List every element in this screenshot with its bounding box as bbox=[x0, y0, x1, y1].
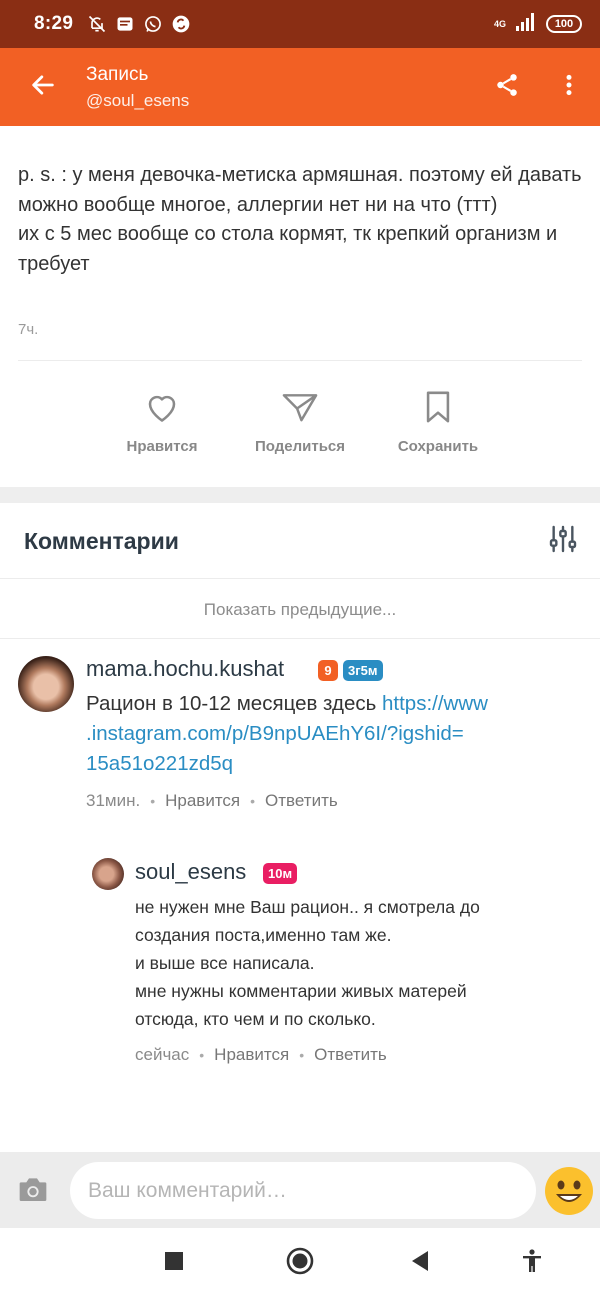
comment-input-bar bbox=[0, 1152, 600, 1228]
section-separator bbox=[0, 487, 600, 503]
sync-icon bbox=[171, 14, 191, 34]
save-button[interactable]: Сохранить bbox=[378, 390, 498, 455]
sliders-icon bbox=[547, 523, 579, 560]
comment-username[interactable]: soul_esens bbox=[135, 859, 246, 885]
system-nav-bar bbox=[0, 1228, 600, 1299]
post-paragraph: p. s. : у меня девочка-метиска армяшная.… bbox=[18, 164, 582, 216]
like-label: Нравится bbox=[126, 438, 198, 455]
accessibility-button[interactable] bbox=[502, 1228, 562, 1299]
time-badge: 10м bbox=[263, 863, 298, 884]
like-button[interactable]: Нравится bbox=[102, 390, 222, 455]
comment-like-button[interactable]: Нравится bbox=[165, 791, 240, 811]
avatar[interactable] bbox=[18, 656, 74, 712]
comment-meta: 31мин. • Нравится • Ответить bbox=[86, 791, 338, 811]
save-label: Сохранить bbox=[397, 438, 479, 455]
comment-input[interactable] bbox=[70, 1162, 536, 1219]
comment-meta: сейчас • Нравится • Ответить bbox=[135, 1045, 387, 1065]
mute-notifications-icon bbox=[87, 14, 107, 34]
square-icon bbox=[164, 1251, 184, 1276]
comment-text: не нужен мне Ваш рацион.. я смотрела до … bbox=[135, 897, 480, 1029]
status-time: 8:29 bbox=[34, 13, 74, 34]
heart-outline-icon bbox=[144, 390, 180, 424]
avatar[interactable] bbox=[92, 858, 124, 890]
page-title: Запись bbox=[86, 63, 149, 85]
status-bar: 8:29 4G 100 bbox=[0, 0, 600, 48]
comment-link[interactable]: https://www bbox=[382, 692, 488, 715]
share-button[interactable] bbox=[476, 48, 538, 126]
comment-reply-button[interactable]: Ответить bbox=[265, 791, 338, 811]
post-time: 7ч. bbox=[18, 321, 39, 338]
camera-icon bbox=[17, 1174, 49, 1209]
app-bar: Запись @soul_esens bbox=[0, 48, 600, 126]
divider bbox=[0, 638, 600, 639]
recents-button[interactable] bbox=[144, 1228, 204, 1299]
comment-link[interactable]: 15a51o221zd5q bbox=[86, 749, 586, 779]
more-vert-icon bbox=[556, 72, 582, 103]
divider bbox=[0, 578, 600, 579]
comment-username[interactable]: mama.hochu.kushat bbox=[86, 656, 284, 682]
comment-text: Рацион в 10-12 месяцев здесь https://www… bbox=[86, 689, 586, 779]
network-type: 4G bbox=[493, 18, 506, 29]
post-text: p. s. : у меня девочка-метиска армяшная.… bbox=[18, 161, 584, 279]
share-label: Поделиться bbox=[254, 438, 346, 455]
arrow-left-icon bbox=[29, 71, 57, 104]
triangle-back-icon bbox=[410, 1250, 430, 1277]
show-previous-button[interactable]: Показать предыдущие... bbox=[0, 580, 600, 639]
comments-title: Комментарии bbox=[24, 528, 179, 554]
back-nav-button[interactable] bbox=[390, 1228, 450, 1299]
bookmark-outline-icon bbox=[423, 390, 453, 424]
time-badge: 3г5м bbox=[343, 660, 383, 681]
comment-time: 31мин. bbox=[86, 791, 141, 810]
comment-reply-button[interactable]: Ответить bbox=[314, 1045, 387, 1065]
comment-like-button[interactable]: Нравится bbox=[214, 1045, 289, 1065]
share-post-button[interactable]: Поделиться bbox=[240, 390, 360, 455]
page-subtitle[interactable]: @soul_esens bbox=[86, 90, 189, 112]
divider bbox=[18, 360, 582, 361]
comment-time: сейчас bbox=[135, 1045, 190, 1064]
emoji-button[interactable] bbox=[544, 1166, 594, 1216]
back-button[interactable] bbox=[0, 48, 86, 126]
paper-plane-icon bbox=[281, 390, 319, 424]
signal-icon bbox=[516, 12, 536, 36]
more-options-button[interactable] bbox=[538, 48, 600, 126]
post-paragraph: их с 5 мес вообще со стола кормят, тк кр… bbox=[18, 223, 558, 275]
message-icon bbox=[115, 14, 135, 34]
filter-button[interactable] bbox=[540, 521, 586, 561]
share-icon bbox=[494, 72, 520, 103]
home-button[interactable] bbox=[270, 1228, 330, 1299]
camera-button[interactable] bbox=[14, 1172, 52, 1210]
comment-link[interactable]: .instagram.com/p/B9npUAEhY6I/?igshid= bbox=[86, 719, 586, 749]
whatsapp-icon bbox=[143, 14, 163, 34]
post-actions: Нравится Поделиться Сохранить bbox=[0, 390, 600, 470]
home-circle-icon bbox=[286, 1247, 314, 1280]
level-badge: 9 bbox=[318, 660, 338, 681]
accessibility-icon bbox=[521, 1249, 543, 1278]
smile-emoji-icon bbox=[544, 1167, 594, 1220]
battery-indicator: 100 bbox=[546, 15, 582, 33]
